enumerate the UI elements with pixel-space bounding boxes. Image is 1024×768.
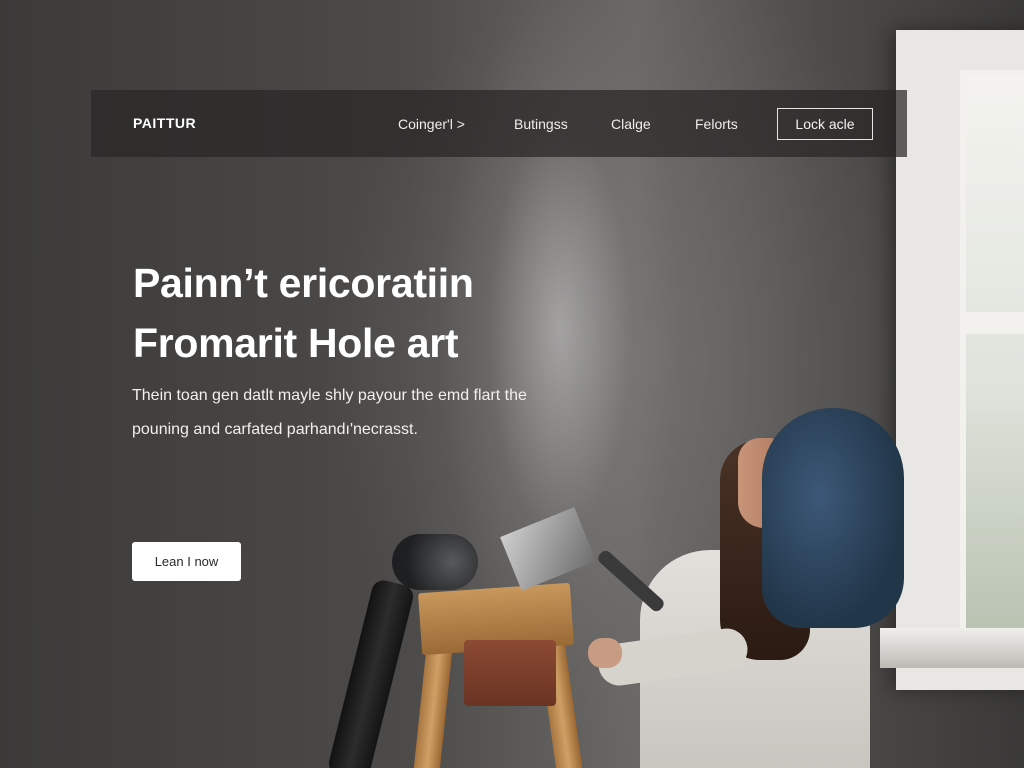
nav-link-2[interactable]: Butingss [514, 116, 568, 132]
putty-knife-blade [500, 507, 596, 591]
window-glass [960, 70, 1024, 640]
hero-headline-line-1: Painn’t ericoratiin [133, 260, 474, 306]
person-hood [762, 408, 904, 628]
brand-logo[interactable]: PAITTUR [133, 115, 196, 131]
nav-link-3[interactable]: Clalge [611, 116, 651, 132]
nav-link-4[interactable]: Felorts [695, 116, 738, 132]
window-mullion [960, 312, 1024, 334]
hero-subtext: Thein toan gen datlt mayle shly payour t… [132, 379, 592, 447]
hero-headline-line-2: Fromarit Hole art [133, 320, 459, 366]
top-navigation-bar: PAITTUR Coinger'l > Butingss Clalge Felo… [91, 90, 907, 157]
hero-subtext-line-2: pouning and carfated parhandı'necrasst. [132, 421, 418, 438]
tool-bag [464, 640, 556, 706]
hero-subtext-line-1: Thein toan gen datlt mayle shly payour t… [132, 387, 527, 404]
person-hand [588, 638, 622, 668]
sander-pole [326, 577, 416, 768]
hero-headline: Painn’t ericoratiin Fromarit Hole art [133, 253, 474, 373]
window-sill [880, 628, 1024, 668]
nav-link-1[interactable]: Coinger'l > [398, 116, 465, 132]
learn-now-button[interactable]: Lean I now [132, 542, 241, 581]
nav-outline-button[interactable]: Lock acle [777, 108, 873, 140]
sander-head [392, 534, 478, 590]
ladder-leg-left [412, 639, 454, 768]
